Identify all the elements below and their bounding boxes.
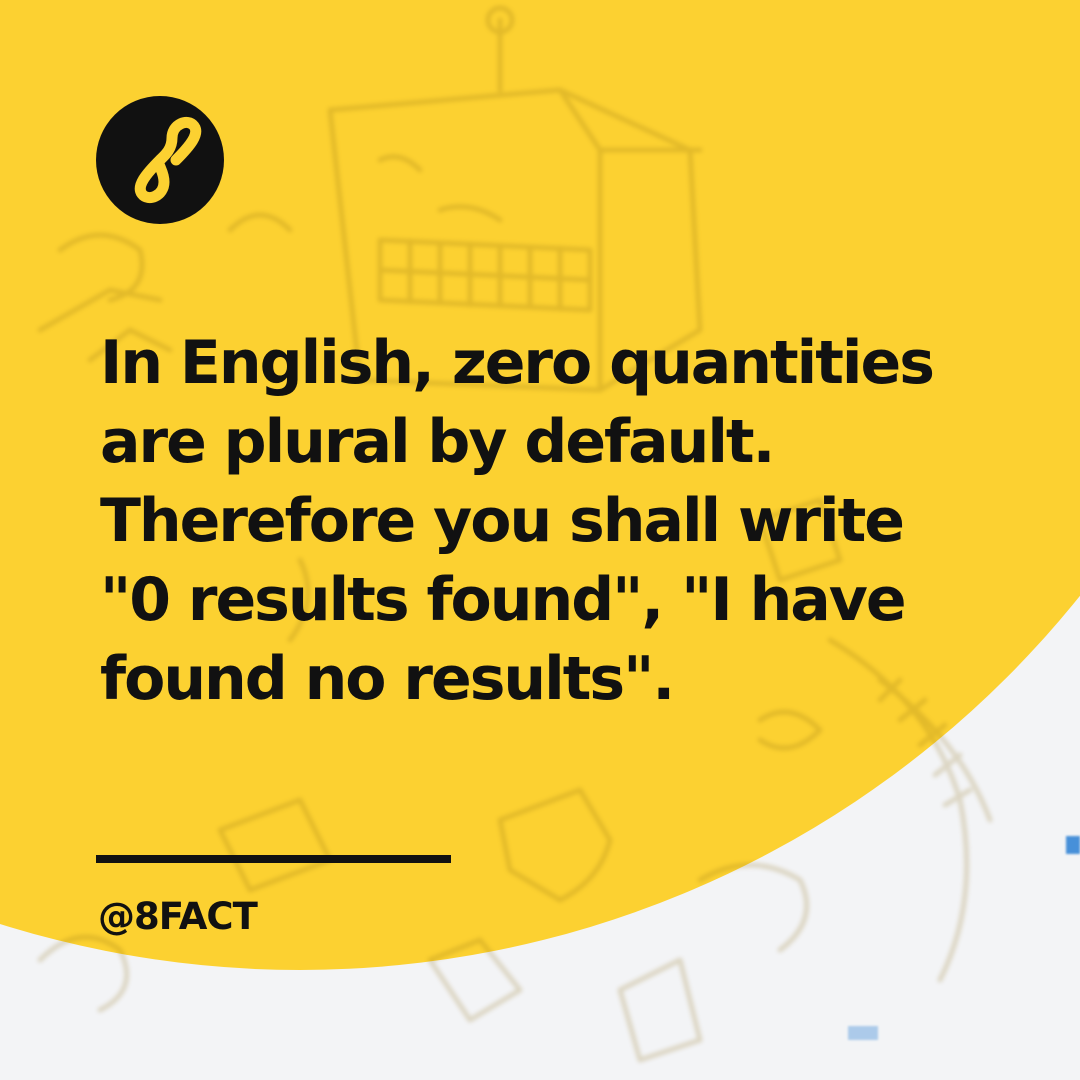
divider (96, 855, 451, 863)
logo (96, 96, 224, 224)
fact-line: are plural by default. (100, 407, 775, 477)
figure-eight-icon (134, 117, 202, 203)
fact-line: "0 results found", "I have (100, 565, 907, 635)
fact-line: Therefore you shall write (100, 486, 905, 556)
post-canvas: In English, zero quantities are plural b… (0, 0, 1080, 1080)
fact-text: In English, zero quantities are plural b… (100, 324, 1020, 719)
account-handle: @8FACT (98, 895, 258, 938)
fact-line: In English, zero quantities (100, 328, 935, 398)
fact-line: found no results". (100, 644, 675, 714)
